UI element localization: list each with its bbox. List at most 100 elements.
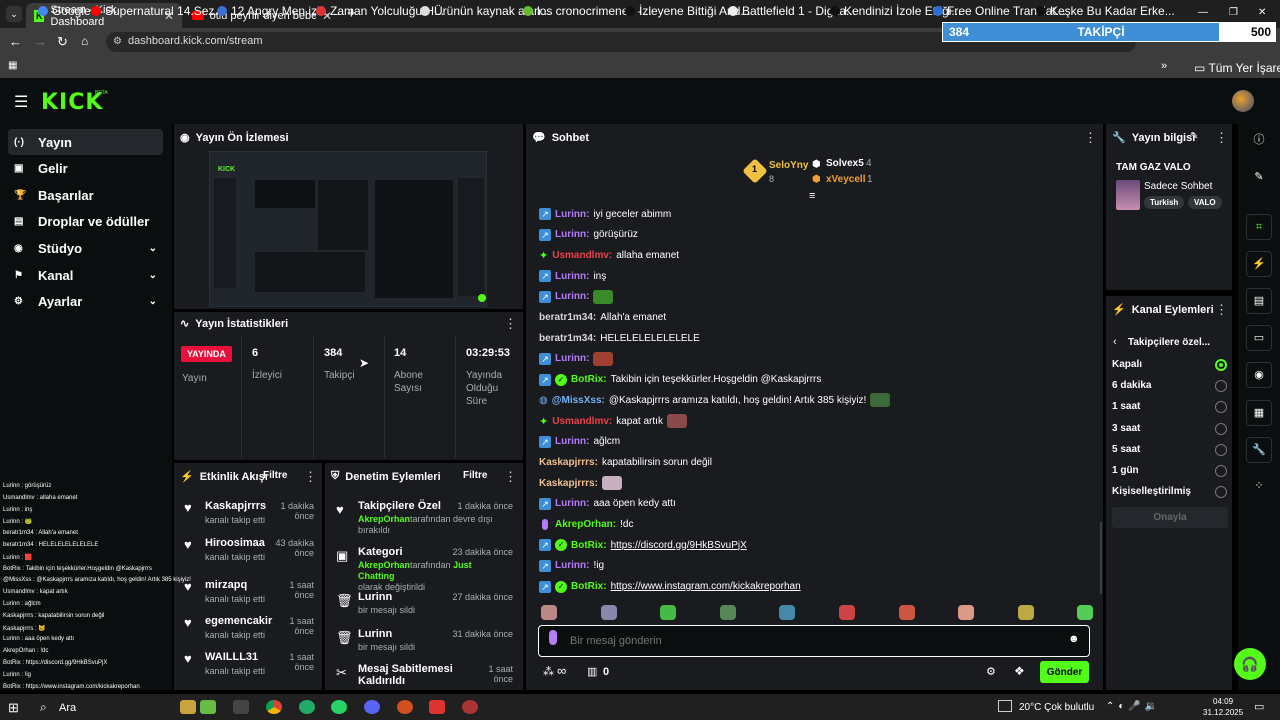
menu-icon[interactable]: ☰ [14,92,28,112]
chat-message[interactable]: ◍ @MissXss: @Kaskapjrrrs aramıza katıldı, … [539,393,891,408]
tab-search-button[interactable]: ⌄ [6,6,22,22]
emote-icon[interactable] [779,605,796,620]
chat-username[interactable]: AkrepOrhan: [555,519,616,530]
chat-message-input[interactable] [570,632,1040,650]
chat-username[interactable]: Lurinn: [555,560,589,571]
bookmark-item[interactable]: Keşke Bu Kadar Erke... [1036,4,1175,18]
leader-3-name[interactable]: xVeycell [826,174,865,185]
discord-icon[interactable] [364,700,380,714]
chat-collapse-icon[interactable]: ≡ [809,190,815,202]
chat-rail-icon[interactable]: ▭ [1246,325,1272,351]
nodes-icon[interactable]: ⁘ [1246,474,1272,500]
minimize-button[interactable]: — [1198,7,1208,18]
bookmarks-more-icon[interactable]: » [1161,60,1167,72]
emote-icon[interactable] [898,605,915,620]
send-button[interactable]: Gönder [1040,661,1089,683]
activity-item[interactable]: ♥ WAILLL31 1 saat önce kanalı takip etti [180,649,320,683]
sidebar-item-droplar-ve-ödüller[interactable]: ▤ Droplar ve ödüller [8,209,163,235]
timeout-option-label[interactable]: 1 gün [1112,465,1139,476]
emote-icon[interactable] [1077,605,1094,620]
taskbar-app-icon[interactable] [462,700,478,714]
activity-filter-button[interactable]: Filtre [263,470,287,481]
chat-link[interactable]: https://discord.gg/9HkBSvuPjX [611,540,747,551]
info-menu-icon[interactable]: ⋮ [1215,130,1228,146]
moderation-menu-icon[interactable]: ⋮ [504,469,517,485]
chat-message[interactable]: ↗ Lurinn: inş [539,269,606,283]
edit-info-icon[interactable]: ✎ [1190,131,1198,142]
bookmark-item[interactable]: Supernatural 14.Sez... [91,4,224,18]
tag-turkish[interactable]: Turkish [1144,196,1185,209]
chat-message[interactable]: ↗ ✓ BotRix: https://discord.gg/9HkBSvuPjX [539,538,747,552]
chat-bot-icon[interactable]: ❖ [1014,664,1025,678]
scan-icon[interactable]: ⌗ [1246,214,1272,240]
sidebar-item-stüdyo[interactable]: ◉ Stüdyo ⌄ [8,235,163,261]
chat-username[interactable]: Lurinn: [555,229,589,240]
moderation-item[interactable]: ▣ Kategori 23 dakika önce AkrepOrhantarafın… [332,545,517,592]
timeout-option-label[interactable]: Kapalı [1112,359,1142,370]
taskbar-app-icon[interactable] [429,700,445,714]
chat-message[interactable]: ✦ Usmandlmv: allaha emanet [539,248,679,262]
chat-message[interactable]: ↗ Lurinn: ağlcm [539,435,620,449]
document-icon[interactable]: ▤ [1246,288,1272,314]
taskbar-search-label[interactable]: Ara [59,702,76,714]
activity-item[interactable]: ♥ egemencakir 1 saat önce kanalı takip etti [180,613,320,647]
radio-button[interactable] [1215,465,1227,477]
chat-message[interactable]: ↗ Lurinn: [539,351,614,366]
tray-icons[interactable]: ⌃◐🎤🔉 [1106,701,1161,712]
clock-date[interactable]: 31.12.2025 [1203,708,1243,717]
wrench-rail-icon[interactable]: 🔧 [1246,437,1272,463]
notification-icon[interactable]: ▭ [1254,700,1264,713]
chat-message[interactable]: Kaskapjrrrs: [539,476,622,491]
bookmark-item[interactable]: Google [38,4,91,18]
moderation-item[interactable]: 🗑 Lurinn 27 dakika önce bir mesajı sildi [332,590,517,630]
broadcast-rail-icon[interactable]: ◉ [1246,362,1272,388]
chat-menu-icon[interactable]: ⋮ [1084,130,1097,146]
chat-username[interactable]: BotRix: [571,374,607,385]
chat-message[interactable]: ↗ ✓ BotRix: Takibin için teşekkürler.Hoşgel… [539,373,821,387]
chat-settings-icon[interactable]: ⚙ [986,665,996,678]
sidebar-item-başarılar[interactable]: 🏆 Başarılar [8,182,163,208]
sidebar-item-yayın[interactable]: (·) Yayın [8,129,163,155]
chat-username[interactable]: Lurinn: [555,353,589,364]
chat-message[interactable]: beratr1m34: HELELELELELELELE [539,331,700,345]
chat-username[interactable]: Lurinn: [555,271,589,282]
chat-username[interactable]: Lurinn: [555,436,589,447]
radio-button[interactable] [1215,359,1227,371]
sidebar-item-ayarlar[interactable]: ⚙ Ayarlar ⌄ [8,289,163,315]
activity-menu-icon[interactable]: ⋮ [304,469,317,485]
emote-icon[interactable] [541,605,557,620]
all-bookmarks-folder[interactable]: ▭ Tüm Yer İşaretleri [1194,61,1280,75]
moderation-item[interactable]: ✂ Mesaj Sabitlemesi Kaldırıldı 1 saat önce [332,662,517,702]
apps-grid-icon[interactable]: ▦ [8,60,17,71]
taskbar-app-icon[interactable] [397,700,413,714]
taskbar-app-icon[interactable] [200,700,216,714]
activity-item[interactable]: ♥ Hiroosimaa 43 dakika önce kanalı takip et… [180,535,320,569]
chat-message[interactable]: beratr1m34: Allah'a emanet [539,311,666,325]
info-icon[interactable]: ⓘ [1246,128,1272,154]
channel-actions-menu-icon[interactable]: ⋮ [1215,302,1228,318]
chevron-down-icon[interactable]: ⌄ [149,243,157,254]
emote-icon[interactable] [660,605,677,620]
emoji-icon[interactable]: ☻ [1068,633,1080,645]
site-info-icon[interactable]: ⚙ [113,36,122,47]
mic-icon[interactable] [549,630,557,645]
whatsapp-icon[interactable] [331,700,347,714]
moderation-item[interactable]: 🗑 Lurinn 31 dakika önce bir mesajı sildi [332,627,517,667]
timeout-option-label[interactable]: 6 dakika [1112,380,1151,391]
emote-icon[interactable] [1017,605,1034,620]
emote-icon[interactable] [839,605,855,620]
timeout-option-label[interactable]: 3 saat [1112,423,1140,434]
chat-username[interactable]: @MissXss: [552,395,605,406]
home-icon[interactable]: ⌂ [81,34,88,48]
chat-message[interactable]: ↗ Lurinn: [539,289,614,304]
leader-2-name[interactable]: Solvex5 [826,158,864,169]
clock-time[interactable]: 04:09 [1213,697,1233,706]
chat-message[interactable]: Kaskapjrrrs: kapatabilirsin sorun değil [539,455,712,469]
task-view-icon[interactable] [233,700,249,714]
chat-username[interactable]: Lurinn: [555,498,589,509]
chat-message[interactable]: ↗ ✓ BotRix: https://www.instagram.com/kicka… [539,580,801,594]
lightning-rail-icon[interactable]: ⚡ [1246,251,1272,277]
sidebar-item-kanal[interactable]: ⚑ Kanal ⌄ [8,262,163,288]
reload-icon[interactable]: ↻ [57,34,68,50]
chat-username[interactable]: Usmandlmv: [552,416,612,427]
